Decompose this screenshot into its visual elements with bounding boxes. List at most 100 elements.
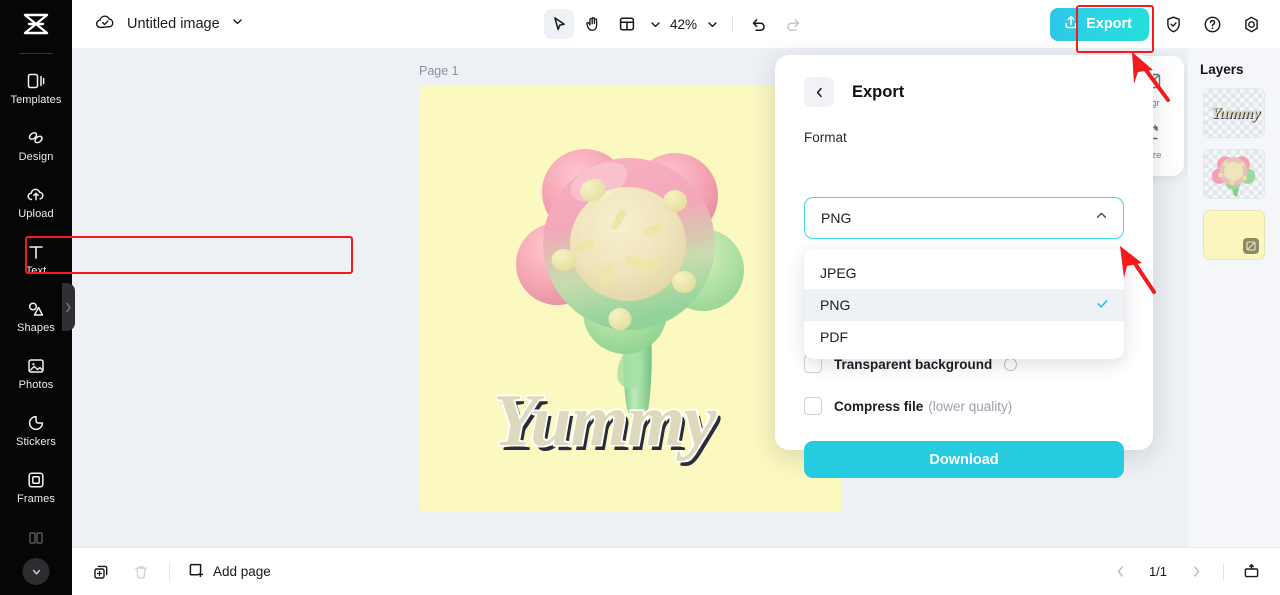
shapes-icon <box>26 299 46 319</box>
sidebar-item-templates[interactable]: Templates <box>0 60 72 117</box>
toolbar-divider <box>732 15 734 33</box>
add-page-label: Add page <box>213 564 271 579</box>
back-button[interactable] <box>804 77 834 107</box>
chevron-down-icon[interactable] <box>231 15 244 33</box>
layer-item-text[interactable]: Yummy <box>1203 88 1265 138</box>
upload-cloud-icon <box>26 185 46 205</box>
duplicate-page-button[interactable] <box>86 557 116 587</box>
bottom-left-group: Add page <box>72 557 275 587</box>
chevron-down-icon <box>707 21 717 27</box>
layer-preview-text: Yummy <box>1211 105 1261 122</box>
zoom-dropdown-chevron[interactable] <box>703 9 721 39</box>
prev-page-button[interactable] <box>1105 557 1135 587</box>
chevron-down-icon <box>32 569 40 575</box>
undo-button[interactable] <box>744 9 774 39</box>
sidebar-item-label: Templates <box>10 94 62 106</box>
background-badge-icon <box>1243 238 1259 254</box>
format-label: Format <box>804 130 847 145</box>
layer-item-background[interactable] <box>1203 210 1265 260</box>
top-toolbar: Untitled image 42% Export <box>72 0 1280 48</box>
chevron-right-icon <box>66 302 71 312</box>
sidebar-item-label: Photos <box>18 379 54 391</box>
sidebar-item-text[interactable]: Text <box>0 231 72 288</box>
format-dropdown-list: JPEG PNG PDF <box>804 249 1124 359</box>
square-plus-icon <box>187 561 205 582</box>
format-option-label: PNG <box>820 297 851 313</box>
format-select[interactable]: PNG <box>804 197 1124 239</box>
canvas-heading-text[interactable]: Yummy <box>493 384 793 458</box>
templates-icon <box>26 71 46 91</box>
document-title[interactable]: Untitled image <box>127 16 220 32</box>
hand-tool-button[interactable] <box>578 9 608 39</box>
sidebar-item-design[interactable]: Design <box>0 117 72 174</box>
format-option-pdf[interactable]: PDF <box>804 321 1124 353</box>
sidebar-item-label: Stickers <box>16 436 56 448</box>
format-option-png[interactable]: PNG <box>804 289 1124 321</box>
upload-share-icon <box>1063 14 1079 34</box>
sidebar-collapse-handle[interactable] <box>62 283 75 331</box>
capcut-logo-icon[interactable] <box>0 0 72 48</box>
sidebar-item-stickers[interactable]: Stickers <box>0 402 72 459</box>
format-option-jpeg[interactable]: JPEG <box>804 257 1124 289</box>
download-button[interactable]: Download <box>804 441 1124 478</box>
export-panel-header: Export <box>775 55 1153 107</box>
layout-dropdown-chevron[interactable] <box>646 9 664 39</box>
sidebar-item-upload[interactable]: Upload <box>0 174 72 231</box>
chevron-left-icon <box>1117 566 1123 577</box>
sidebar-item-label: Text <box>25 265 47 277</box>
hand-icon <box>586 17 598 31</box>
bottom-divider <box>169 562 170 581</box>
delete-page-button[interactable] <box>126 557 156 587</box>
zoom-level-value[interactable]: 42% <box>668 17 699 32</box>
redo-button[interactable] <box>778 9 808 39</box>
compress-file-row[interactable]: Compress file (lower quality) <box>804 397 1012 415</box>
cursor-arrow-icon <box>553 16 565 30</box>
sidebar-expand-button[interactable] <box>22 558 50 585</box>
layer-item-image[interactable] <box>1203 149 1265 199</box>
select-tool-button[interactable] <box>543 9 574 39</box>
bottom-divider-right <box>1223 562 1224 581</box>
center-tool-group: 42% <box>543 9 808 39</box>
undo-icon <box>752 19 765 31</box>
right-tool-group: Export <box>1050 7 1266 41</box>
bottom-right-group: 1/1 <box>1105 557 1266 587</box>
present-icon <box>1244 564 1258 578</box>
sidebar-hidden-item-icon <box>26 531 46 550</box>
sidebar-item-label: Shapes <box>17 322 55 334</box>
export-panel-title: Export <box>852 82 905 101</box>
compress-file-checkbox[interactable] <box>804 397 822 415</box>
chevron-left-icon <box>816 87 822 97</box>
bottom-toolbar: Add page 1/1 <box>72 547 1280 595</box>
chevron-up-icon <box>1094 208 1109 228</box>
add-page-button[interactable]: Add page <box>183 561 275 582</box>
page-label: Page 1 <box>419 64 459 78</box>
shield-check-icon[interactable] <box>1158 9 1188 39</box>
sidebar-item-frames[interactable]: Frames <box>0 459 72 516</box>
cloud-saved-icon[interactable] <box>94 11 116 38</box>
frames-icon <box>26 470 46 490</box>
next-page-button[interactable] <box>1181 557 1211 587</box>
layer-preview-artwork <box>1211 156 1256 197</box>
sidebar-divider <box>19 53 53 54</box>
sidebar-item-photos[interactable]: Photos <box>0 345 72 402</box>
format-option-label: PDF <box>820 329 848 345</box>
design-icon <box>26 128 46 148</box>
text-icon <box>26 242 46 262</box>
chevron-down-icon <box>650 21 660 27</box>
export-button-label: Export <box>1086 16 1132 32</box>
sidebar-overflow-area <box>0 523 72 595</box>
redo-icon <box>787 19 800 31</box>
export-panel: Export Format PNG JPEG PNG PDF Transpare… <box>775 55 1153 478</box>
trash-icon <box>134 565 148 579</box>
layers-panel: Layers Yummy <box>1188 48 1280 547</box>
layout-tool-button[interactable] <box>612 9 642 39</box>
format-select-value: PNG <box>821 210 852 226</box>
question-circle-icon[interactable] <box>1197 9 1227 39</box>
present-button[interactable] <box>1236 557 1266 587</box>
info-icon[interactable] <box>1004 357 1018 371</box>
layers-title: Layers <box>1200 62 1244 77</box>
gear-icon[interactable] <box>1236 9 1266 39</box>
export-button[interactable]: Export <box>1050 7 1149 41</box>
photos-icon <box>26 356 46 376</box>
stickers-icon <box>26 413 46 433</box>
